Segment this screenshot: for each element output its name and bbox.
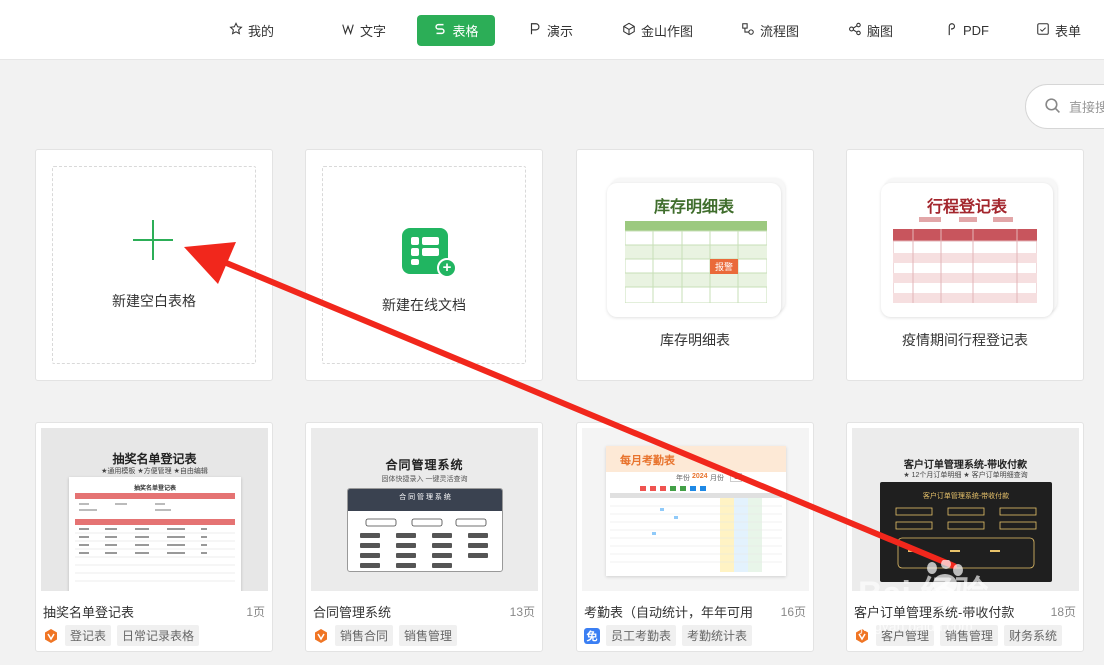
annotation-arrow: [184, 242, 957, 569]
